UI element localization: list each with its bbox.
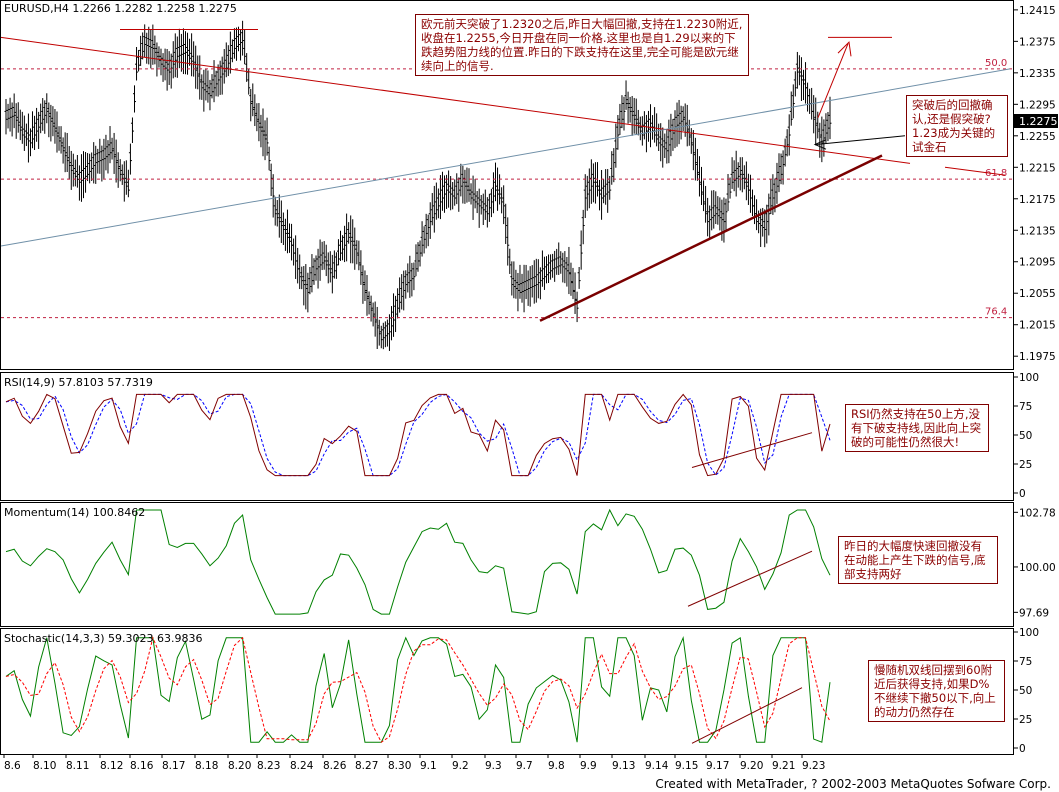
time-tick-label: 9.23 [802, 760, 825, 772]
time-tick-label: 9.3 [485, 760, 502, 772]
price-tick-label: 1.2295 [1019, 99, 1056, 111]
momentum-annotation: 昨日的大幅度快速回撤没有在动能上产生下跌的信号,底部支持两好 [838, 536, 998, 584]
time-tick-label: 8.12 [100, 760, 123, 772]
time-tick-label: 8.11 [66, 760, 89, 772]
osc-tick-label: 97.69 [1019, 607, 1049, 619]
osc-tick-label: 100 [1019, 627, 1039, 639]
osc-tick-label: 50 [1019, 430, 1032, 442]
time-tick-label: 8.26 [323, 760, 347, 772]
osc-tick-label: 50 [1019, 685, 1032, 697]
price-tick-label: 1.2135 [1019, 225, 1056, 237]
time-tick-label: 9.2 [452, 760, 469, 772]
osc-tick-label: 75 [1019, 656, 1032, 668]
stochastic-header: Stochastic(14,3,3) 59.3023 63.9836 [4, 632, 202, 645]
right-annotation: 突破后的回撤确认,还是假突破? 1.23成为关键的试金石 [906, 95, 1008, 157]
osc-tick-label: 25 [1019, 714, 1032, 726]
price-tick-label: 1.2175 [1019, 194, 1056, 206]
osc-tick-label: 100.00 [1019, 562, 1056, 574]
time-tick-label: 8.17 [162, 760, 185, 772]
time-tick-label: 8.10 [33, 760, 56, 772]
rsi-header: RSI(14,9) 57.8103 57.7319 [4, 376, 153, 389]
time-tick-label: 8.30 [388, 760, 411, 772]
fib-label: 76.4 [985, 307, 1007, 318]
footer-credit: Created with MetaTrader, ? 2002-2003 Met… [655, 777, 1051, 791]
stochastic-annotation: 慢随机双线回摆到60附近后获得支持,如果D%不继续下撤50以下,向上的动力仍然存… [868, 660, 1005, 722]
time-tick-label: 9.9 [580, 760, 597, 772]
price-tick-label: 1.2415 [1019, 5, 1056, 17]
time-tick-label: 9.17 [706, 760, 729, 772]
time-tick-label: 8.18 [195, 760, 218, 772]
time-tick-label: 8.20 [228, 760, 251, 772]
time-tick-label: 8.24 [290, 760, 314, 772]
time-tick-label: 9.20 [740, 760, 763, 772]
time-tick-label: 9.14 [645, 760, 669, 772]
time-tick-label: 8.16 [130, 760, 154, 772]
fib-label: 50.0 [985, 58, 1007, 69]
time-axis: 8.6 8.10 8.11 8.12 8.16 8.17 8.18 8.20 8.23 8.24 8… [3, 754, 825, 772]
osc-tick-label: 25 [1019, 459, 1032, 471]
osc-tick-label: 0 [1019, 743, 1026, 755]
time-tick-label: 8.23 [257, 760, 280, 772]
price-tick-label: 1.2215 [1019, 162, 1056, 174]
stochastic-panel [0, 628, 1014, 755]
price-tick-label: 1.2335 [1019, 68, 1056, 80]
price-axis: 1.2415 1.2375 1.2335 1.2295 1.2255 1.2215 1.21… [1014, 5, 1056, 363]
price-tick-label: 1.2255 [1019, 131, 1056, 143]
time-tick-label: 9.15 [675, 760, 698, 772]
rsi-annotation: RSI仍然支持在50上方,没有下破支持线,因此向上突破的可能性仍然很大! [845, 404, 989, 452]
time-tick-label: 8.27 [355, 760, 378, 772]
time-tick-label: 9.13 [612, 760, 635, 772]
main-annotation: 欧元前天突破了1.2320之后,昨日大幅回撤,支持在1.2230附近,收盘在1.… [415, 14, 749, 76]
price-tick-label: 1.2055 [1019, 288, 1056, 300]
price-tick-label: 1.1975 [1019, 351, 1056, 363]
price-tick-label: 1.2375 [1019, 36, 1056, 48]
momentum-header: Momentum(14) 100.8462 [4, 506, 145, 519]
time-tick-label: 9.21 [772, 760, 795, 772]
price-tick-label: 1.2095 [1019, 257, 1056, 269]
time-tick-label: 8.6 [4, 760, 21, 772]
time-tick-label: 9.7 [516, 760, 533, 772]
price-tick-label: 1.2015 [1019, 320, 1056, 332]
time-tick-label: 9.1 [420, 760, 437, 772]
symbol-header: EURUSD,H4 1.2266 1.2282 1.2258 1.2275 [4, 2, 237, 15]
osc-tick-label: 0 [1019, 488, 1026, 500]
osc-tick-label: 100 [1019, 372, 1039, 384]
current-price-label: 1.2275 [1019, 115, 1058, 128]
osc-tick-label: 102.78 [1019, 507, 1056, 519]
time-tick-label: 9.8 [548, 760, 565, 772]
osc-tick-label: 75 [1019, 401, 1032, 413]
